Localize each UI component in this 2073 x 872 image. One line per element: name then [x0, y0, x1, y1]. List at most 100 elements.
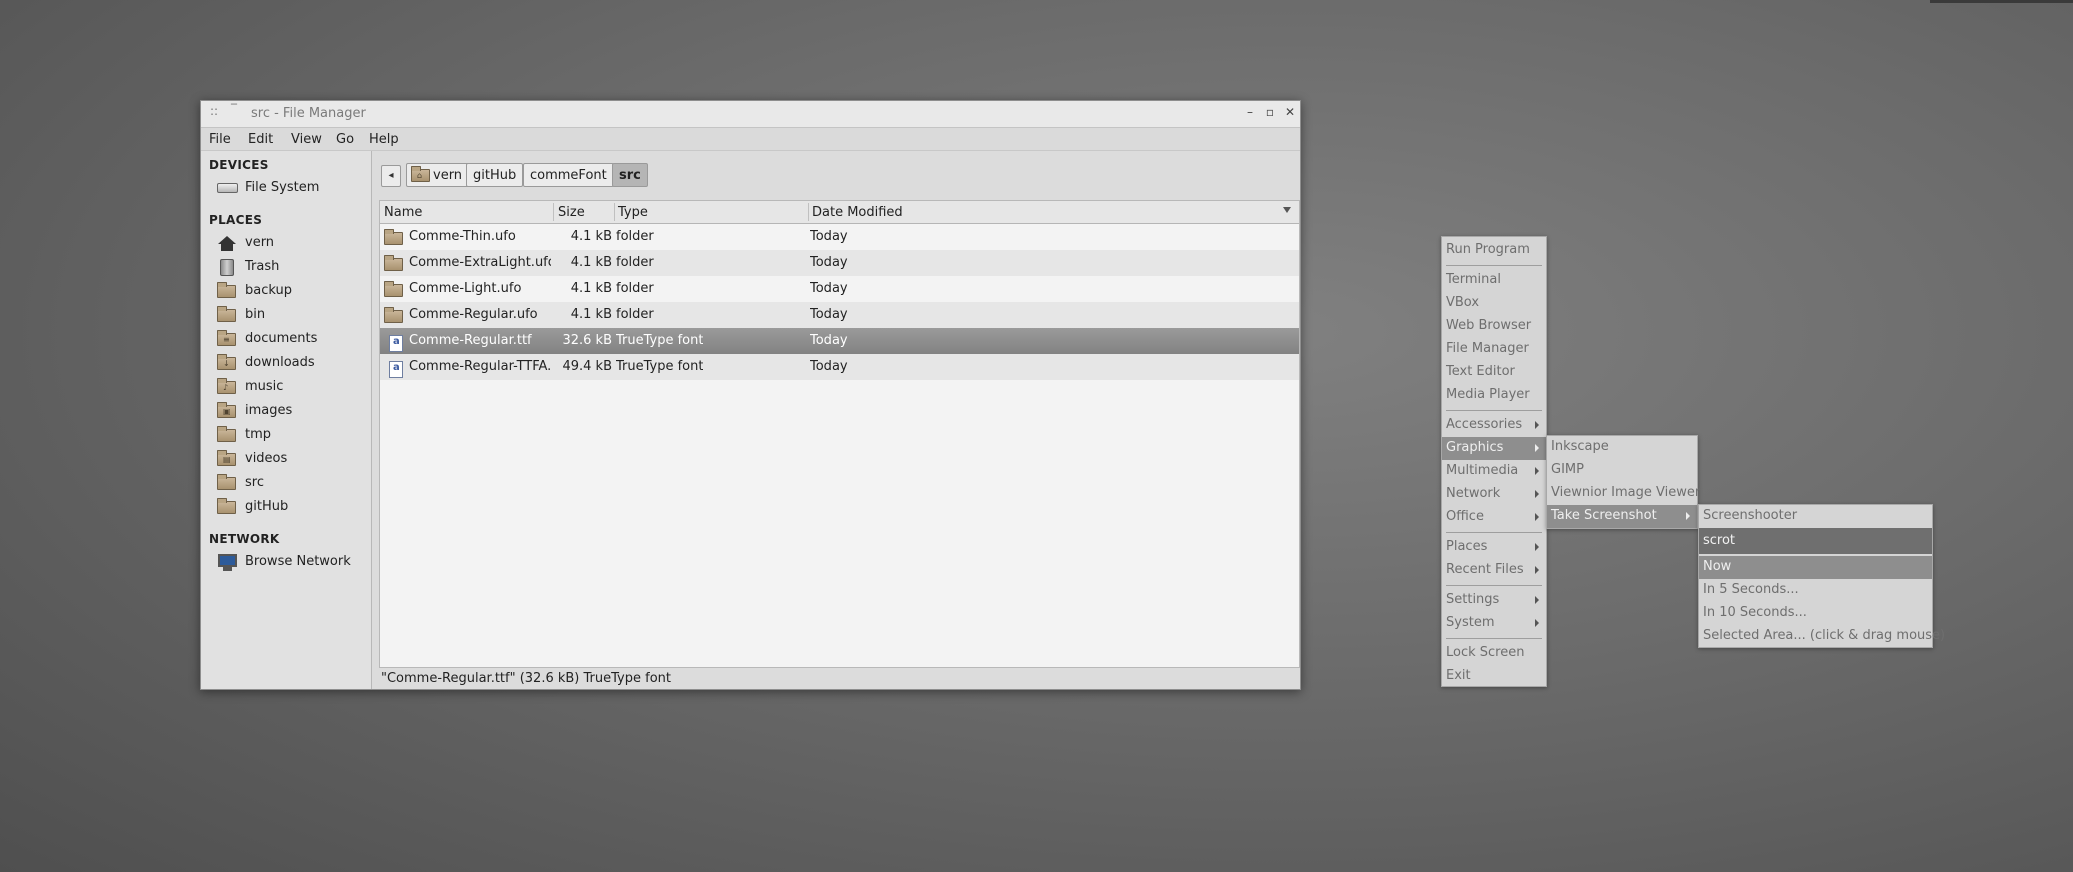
menu-item-label: Run Program: [1446, 242, 1530, 257]
menu-item-in-10-seconds[interactable]: In 10 Seconds...: [1699, 602, 1932, 625]
submenu-arrow-icon: [1535, 619, 1539, 627]
minimize-button[interactable]: –: [1241, 105, 1259, 119]
column-divider[interactable]: [553, 203, 554, 221]
table-row-selected[interactable]: Comme-Regular.ttf 32.6 kB TrueType font …: [380, 328, 1299, 354]
menu-item-label: Places: [1446, 539, 1488, 554]
menu-file[interactable]: File: [209, 132, 231, 147]
cell-type: TrueType font: [616, 359, 704, 374]
menu-item-multimedia[interactable]: Multimedia: [1442, 460, 1546, 483]
menu-item-recent-files[interactable]: Recent Files: [1442, 559, 1546, 582]
crumb-src[interactable]: src: [612, 163, 648, 187]
cell-size: 4.1 kB: [570, 281, 612, 296]
sidebar-item-label: bin: [245, 307, 266, 322]
sort-descending-icon[interactable]: [1283, 207, 1291, 213]
menu-separator: [1446, 532, 1542, 533]
column-name[interactable]: Name: [384, 205, 422, 220]
crumb-label: vern: [433, 168, 463, 183]
menu-separator: [1446, 638, 1542, 639]
trash-icon: [217, 258, 237, 276]
folder-icon: [384, 229, 403, 245]
menu-item-screenshooter[interactable]: Screenshooter: [1699, 505, 1932, 528]
menu-item-accessories[interactable]: Accessories: [1442, 414, 1546, 437]
graphics-submenu: Inkscape GIMP Viewnior Image Viewer Take…: [1546, 435, 1700, 529]
shade-icon[interactable]: ‾: [231, 102, 237, 116]
cell-size: 4.1 kB: [570, 255, 612, 270]
menu-item-take-screenshot[interactable]: Take Screenshot: [1547, 505, 1697, 528]
menu-item-settings[interactable]: Settings: [1442, 589, 1546, 612]
menu-item-label: Multimedia: [1446, 463, 1519, 478]
submenu-arrow-icon: [1686, 512, 1690, 520]
sidebar-item-music[interactable]: ♪ music: [217, 377, 367, 399]
close-button[interactable]: ✕: [1281, 105, 1299, 119]
column-type[interactable]: Type: [618, 205, 648, 220]
sidebar-item-browse-network[interactable]: Browse Network: [217, 552, 367, 574]
menu-item-terminal[interactable]: Terminal: [1442, 269, 1546, 292]
column-divider[interactable]: [808, 203, 809, 221]
sidebar-item-videos[interactable]: ▤ videos: [217, 449, 367, 471]
sidebar-item-github[interactable]: gitHub: [217, 497, 367, 519]
menu-item-label: Media Player: [1446, 387, 1530, 402]
submenu-arrow-icon: [1535, 566, 1539, 574]
menu-item-run-program[interactable]: Run Program: [1442, 239, 1546, 262]
sidebar-item-bin[interactable]: bin: [217, 305, 367, 327]
sidebar-item-label: images: [245, 403, 293, 418]
sidebar-item-images[interactable]: ▣ images: [217, 401, 367, 423]
menu-edit[interactable]: Edit: [248, 132, 273, 147]
menu-item-lock-screen[interactable]: Lock Screen: [1442, 642, 1546, 665]
menu-item-web-browser[interactable]: Web Browser: [1442, 315, 1546, 338]
title-bar[interactable]: :: ‾ src - File Manager – ▫ ✕: [201, 101, 1300, 128]
table-row[interactable]: Comme-Regular-TTFA.ttf 49.4 kB TrueType …: [380, 354, 1299, 380]
status-text: "Comme-Regular.ttf" (32.6 kB) TrueType f…: [381, 671, 671, 686]
cell-name: Comme-Regular.ttf: [409, 333, 532, 348]
menu-item-system[interactable]: System: [1442, 612, 1546, 635]
sidebar-item-downloads[interactable]: ↓ downloads: [217, 353, 367, 375]
crumb-commefont[interactable]: commeFont: [523, 163, 614, 187]
menu-item-label: Graphics: [1446, 440, 1504, 455]
menu-item-graphics[interactable]: Graphics: [1442, 437, 1546, 460]
crumb-vern[interactable]: ⌂ vern: [406, 163, 470, 187]
menu-item-exit[interactable]: Exit: [1442, 665, 1546, 688]
sidebar-item-vern[interactable]: vern: [217, 233, 367, 255]
sidebar-item-trash[interactable]: Trash: [217, 257, 367, 279]
menu-item-file-manager[interactable]: File Manager: [1442, 338, 1546, 361]
sidebar-item-documents[interactable]: ≡ documents: [217, 329, 367, 351]
column-date-modified[interactable]: Date Modified: [812, 205, 903, 220]
table-row[interactable]: Comme-ExtraLight.ufo 4.1 kB folder Today: [380, 250, 1299, 276]
table-row[interactable]: Comme-Regular.ufo 4.1 kB folder Today: [380, 302, 1299, 328]
menu-item-viewnior[interactable]: Viewnior Image Viewer: [1547, 482, 1700, 505]
menu-item-vbox[interactable]: VBox: [1442, 292, 1546, 315]
column-divider[interactable]: [614, 203, 615, 221]
path-back-button[interactable]: ◂: [381, 165, 401, 187]
sidebar-item-file-system[interactable]: File System: [217, 178, 367, 200]
menu-item-media-player[interactable]: Media Player: [1442, 384, 1546, 407]
menu-item-label: VBox: [1446, 295, 1480, 310]
crumb-github[interactable]: gitHub: [466, 163, 524, 187]
window-menu-icon[interactable]: ::: [210, 104, 218, 118]
home-icon: [217, 234, 237, 251]
sidebar-item-tmp[interactable]: tmp: [217, 425, 367, 447]
column-size[interactable]: Size: [558, 205, 585, 220]
sidebar-item-backup[interactable]: backup: [217, 281, 367, 303]
menu-help[interactable]: Help: [369, 132, 399, 147]
root-menu: Run Program Terminal VBox Web Browser Fi…: [1441, 236, 1547, 687]
sidebar-item-label: tmp: [245, 427, 272, 442]
menu-item-network[interactable]: Network: [1442, 483, 1546, 506]
menu-item-now[interactable]: Now: [1699, 556, 1932, 579]
menu-go[interactable]: Go: [336, 132, 354, 147]
submenu-arrow-icon: [1535, 543, 1539, 551]
table-row[interactable]: Comme-Light.ufo 4.1 kB folder Today: [380, 276, 1299, 302]
menu-item-selected-area[interactable]: Selected Area... (click & drag mouse): [1699, 625, 1945, 648]
sidebar-item-src[interactable]: src: [217, 473, 367, 495]
menu-item-places[interactable]: Places: [1442, 536, 1546, 559]
maximize-button[interactable]: ▫: [1261, 105, 1279, 119]
music-folder-icon: ♪: [217, 378, 237, 394]
menu-item-gimp[interactable]: GIMP: [1547, 459, 1697, 482]
menu-item-text-editor[interactable]: Text Editor: [1442, 361, 1546, 384]
menu-item-office[interactable]: Office: [1442, 506, 1546, 529]
menu-item-inkscape[interactable]: Inkscape: [1547, 436, 1697, 459]
font-file-icon: [384, 333, 403, 352]
submenu-arrow-icon: [1535, 444, 1539, 452]
menu-item-in-5-seconds[interactable]: In 5 Seconds...: [1699, 579, 1932, 602]
table-row[interactable]: Comme-Thin.ufo 4.1 kB folder Today: [380, 224, 1299, 250]
menu-view[interactable]: View: [291, 132, 322, 147]
